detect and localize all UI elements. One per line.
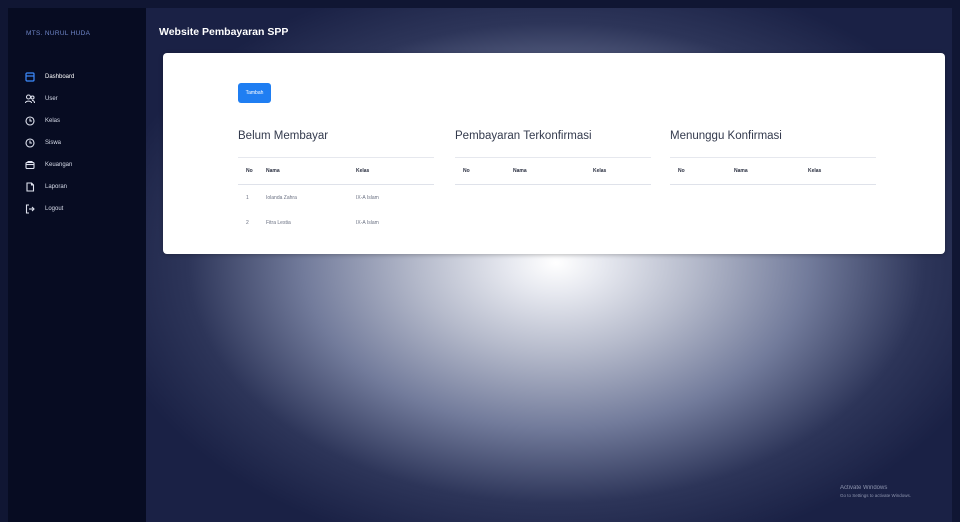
column-header-nama: Nama (266, 158, 356, 185)
users-icon (25, 94, 35, 104)
sidebar-item-siswa[interactable]: Siswa (8, 132, 146, 154)
table-header-row: No Nama Kelas (238, 158, 434, 185)
terkonfirmasi-table: No Nama Kelas (455, 158, 651, 185)
cell-no: 2 (246, 219, 249, 226)
column-header-kelas: Kelas (808, 158, 876, 185)
column-header-no: No (238, 158, 266, 185)
sidebar-item-laporan[interactable]: Laporan (8, 176, 146, 198)
section-menunggu-konfirmasi: Menunggu Konfirmasi No Nama Kelas (670, 127, 876, 185)
sidebar-item-keuangan[interactable]: Keuangan (8, 154, 146, 176)
column-header-kelas: Kelas (593, 158, 651, 185)
cell-no: 1 (246, 194, 249, 201)
table-row: 1 Iolanda Zahra IX-A Islam (238, 185, 434, 211)
sidebar-item-label: Logout (45, 206, 64, 212)
sidebar-item-kelas[interactable]: Kelas (8, 110, 146, 132)
activation-watermark: Activate Windows Go to Settings to activ… (840, 485, 948, 498)
column-header-kelas: Kelas (356, 158, 434, 185)
sidebar-item-label: Kelas (45, 118, 61, 124)
section-title: Belum Membayar (238, 130, 329, 142)
sidebar-item-user[interactable]: User (8, 88, 146, 110)
column-header-no: No (455, 158, 513, 185)
document-icon (25, 182, 35, 192)
dashboard-card: Tambah Belum Membayar No Nama Kelas 1 Io… (163, 53, 945, 254)
sidebar-brand[interactable]: MTS. NURUL HUDA (26, 30, 90, 37)
main-content: Website Pembayaran SPP Tambah Belum Memb… (146, 8, 952, 522)
sidebar-item-label: Dashboard (45, 74, 75, 80)
sidebar-item-label: Laporan (45, 184, 68, 190)
clock-icon (25, 138, 35, 148)
section-belum-membayar: Belum Membayar No Nama Kelas 1 Iolanda Z… (238, 127, 434, 235)
page-title: Website Pembayaran SPP (159, 26, 289, 38)
add-button[interactable]: Tambah (238, 83, 271, 103)
section-title: Pembayaran Terkonfirmasi (455, 130, 592, 142)
topbar: Website Pembayaran SPP (146, 8, 952, 54)
section-pembayaran-terkonfirmasi: Pembayaran Terkonfirmasi No Nama Kelas (455, 127, 651, 185)
dashboard-icon (25, 72, 35, 82)
watermark-subtitle: Go to Settings to activate Windows. (840, 493, 912, 498)
cell-nama: Iolanda Zahra (266, 194, 297, 201)
column-header-nama: Nama (513, 158, 593, 185)
table-row: 2 Fitra Lestia IX-A Islam (238, 210, 434, 235)
watermark-title: Activate Windows (840, 485, 888, 491)
belum-membayar-table: No Nama Kelas 1 Iolanda Zahra IX-A Islam… (238, 158, 434, 235)
cell-kelas: IX-A Islam (356, 219, 379, 226)
wallet-icon (25, 160, 35, 170)
table-header-row: No Nama Kelas (455, 158, 651, 185)
sidebar-item-dashboard[interactable]: Dashboard (8, 66, 146, 88)
sidebar-item-logout[interactable]: Logout (8, 198, 146, 220)
sidebar: MTS. NURUL HUDA Dashboard User Kelas Sis… (8, 8, 149, 522)
cell-nama: Fitra Lestia (266, 219, 291, 226)
sidebar-item-label: User (45, 96, 58, 102)
menunggu-konfirmasi-table: No Nama Kelas (670, 158, 876, 185)
logout-icon (25, 204, 35, 214)
sidebar-item-label: Siswa (45, 140, 62, 146)
column-header-no: No (670, 158, 734, 185)
section-title: Menunggu Konfirmasi (670, 130, 782, 142)
column-header-nama: Nama (734, 158, 808, 185)
table-header-row: No Nama Kelas (670, 158, 876, 185)
cell-kelas: IX-A Islam (356, 194, 379, 201)
sidebar-item-label: Keuangan (45, 162, 73, 168)
sidebar-nav: Dashboard User Kelas Siswa Keuangan Lapo… (8, 66, 146, 220)
clock-icon (25, 116, 35, 126)
